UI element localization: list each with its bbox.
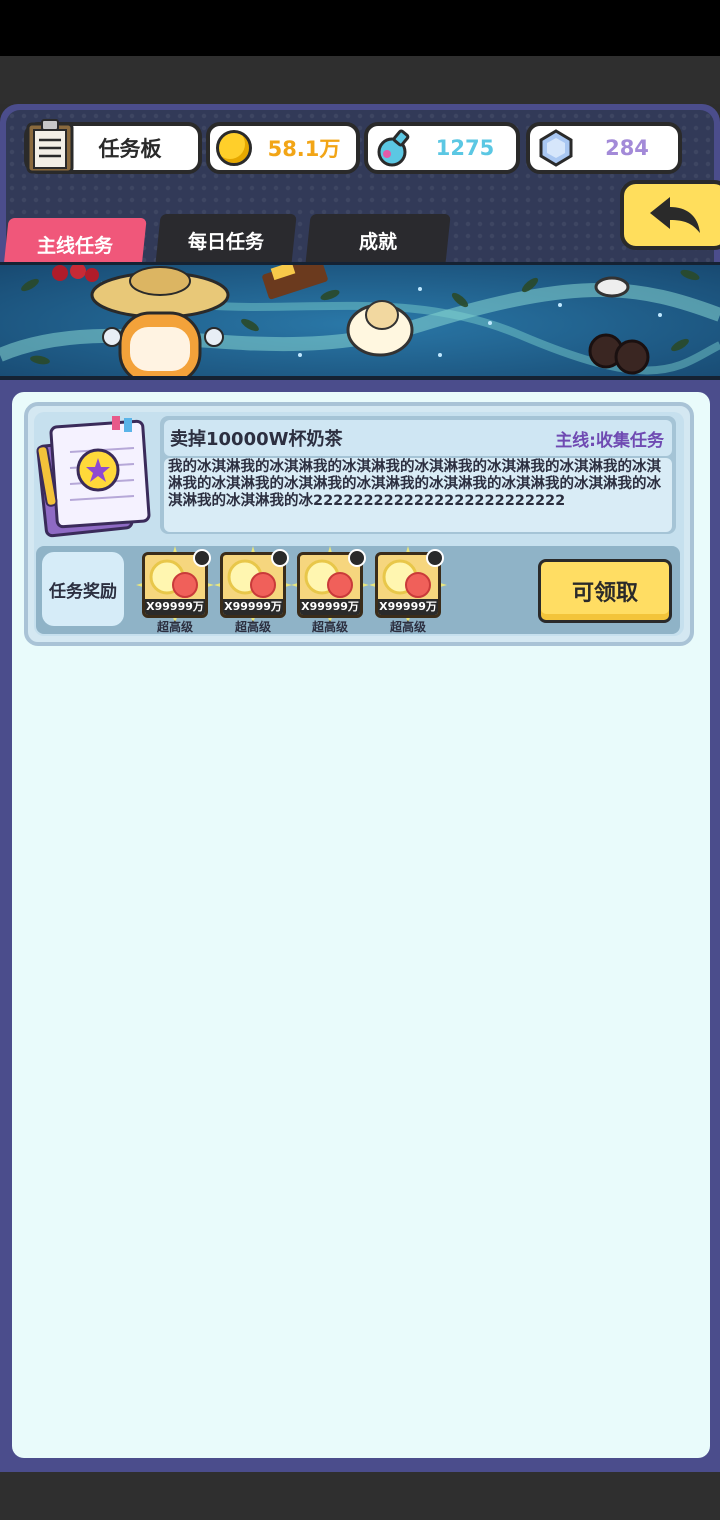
task-title: 卖掉10000W杯奶茶 — [170, 429, 343, 450]
tab-achievements-label: 成就 — [358, 230, 397, 253]
tab-daily-quests-label: 每日任务 — [187, 230, 264, 253]
tab-main-quests-label: 主线任务 — [36, 234, 113, 257]
potion-pill: 1275 — [364, 122, 520, 174]
task-board-icon — [26, 119, 74, 174]
potion-amount: 1275 — [435, 136, 495, 160]
bottom-band — [0, 1472, 720, 1520]
gem-amount: 284 — [605, 136, 649, 160]
task-description: 我的冰淇淋我的冰淇淋我的冰淇淋我的冰淇淋我的冰淇淋我的冰淇淋我的冰淇淋我的冰淇淋… — [168, 459, 661, 509]
reward-item[interactable]: X99999万 — [136, 546, 214, 624]
reward-quantity: X99999万 — [223, 599, 283, 615]
tab-achievements[interactable]: 成就 — [305, 214, 451, 266]
task-board-pill: 任务板 — [24, 119, 202, 174]
reward-label: 任务奖励 — [42, 552, 124, 626]
task-type: 主线:收集任务 — [555, 430, 664, 451]
tab-daily-quests[interactable]: 每日任务 — [155, 214, 297, 266]
back-button[interactable] — [620, 180, 720, 250]
reward-grade: 超高级 — [311, 620, 348, 634]
task-description-box: 我的冰淇淋我的冰淇淋我的冰淇淋我的冰淇淋我的冰淇淋我的冰淇淋我的冰淇淋我的冰淇淋… — [164, 458, 672, 532]
status-bar — [0, 0, 720, 56]
gold-coin-icon — [216, 130, 252, 166]
reward-badge-icon — [193, 549, 211, 567]
gem-pill: 284 — [526, 122, 682, 174]
reward-quantity: X99999万 — [378, 599, 438, 615]
claim-button[interactable]: 可领取 — [538, 559, 672, 623]
potion-icon — [377, 129, 410, 167]
task-title-row: 卖掉10000W杯奶茶 主线:收集任务 — [164, 420, 672, 456]
reward-grade: 超高级 — [389, 620, 426, 634]
gem-icon — [539, 129, 573, 167]
reward-item[interactable]: X99999万 — [214, 546, 292, 624]
reward-badge-icon — [426, 549, 444, 567]
top-band — [0, 56, 720, 104]
reward-badge-icon — [348, 549, 366, 567]
banner-art — [0, 265, 720, 376]
reward-item[interactable]: X99999万 — [291, 546, 369, 624]
gold-pill: 58.1万 — [206, 122, 360, 174]
reward-grade: 超高级 — [234, 620, 271, 634]
reward-item[interactable]: X99999万 — [369, 546, 447, 624]
reward-quantity: X99999万 — [145, 599, 205, 615]
reward-quantity: X99999万 — [300, 599, 360, 615]
reward-badge-icon — [271, 549, 289, 567]
back-arrow-icon — [650, 197, 700, 233]
banner-illustration — [0, 262, 720, 380]
notebook-icon — [36, 416, 151, 538]
reward-grade: 超高级 — [156, 620, 193, 634]
gold-amount: 58.1万 — [267, 137, 341, 161]
